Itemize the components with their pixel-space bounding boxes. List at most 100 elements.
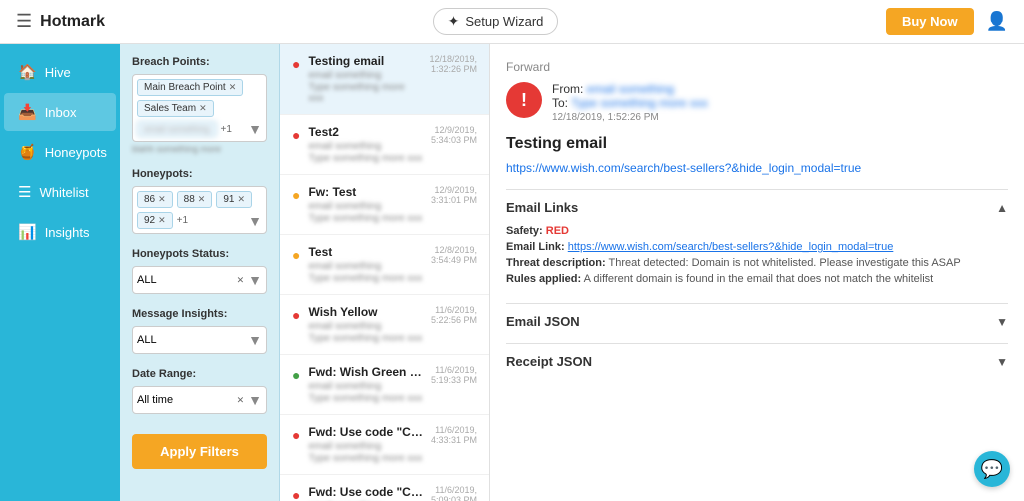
remove-86-icon[interactable]: ✕: [158, 194, 166, 205]
to-value: Type something more xxx: [571, 96, 708, 110]
receipt-json-section: Receipt JSON ▼: [506, 343, 1008, 379]
email-links-section: Email Links ▲ Safety: RED Email Link: ht…: [506, 189, 1008, 299]
email-list-item[interactable]: ● Testing email email something Type som…: [280, 44, 489, 115]
tag-main-breach[interactable]: Main Breach Point ✕: [137, 79, 243, 96]
user-icon[interactable]: 👤: [986, 11, 1008, 32]
email-time: 11/6/2019,4:33:31 PM: [431, 425, 477, 445]
insights-icon: 📊: [18, 223, 37, 241]
tag-92[interactable]: 92 ✕: [137, 212, 173, 229]
rules-applied-row: Rules applied: A different domain is fou…: [506, 273, 1008, 285]
rules-applied-value: A different domain is found in the email…: [584, 273, 934, 285]
sidebar-item-honeypots[interactable]: 🍯 Honeypots: [4, 133, 116, 171]
email-list-item[interactable]: ● Wish Yellow email something Type somet…: [280, 295, 489, 355]
honeypots-status-arrow[interactable]: ▼: [248, 272, 262, 288]
detail-from-to: From: email something To: Type something…: [552, 82, 708, 123]
honeypot-dropdown-arrow[interactable]: ▼: [248, 213, 262, 229]
sidebar-item-whitelist[interactable]: ☰ Whitelist: [4, 173, 116, 211]
email-list-item[interactable]: ● Fwd: Use code "CUTEJACKET" at checkout…: [280, 475, 489, 501]
tag-91[interactable]: 91 ✕: [216, 191, 252, 208]
email-list-item[interactable]: ● Fwd: Use code "CUTEJACKET" at checkout…: [280, 415, 489, 475]
detail-header: ! From: email something To: Type somethi…: [506, 82, 1008, 123]
honeypots-tags: 86 ✕ 88 ✕ 91 ✕ 92 ✕ +1 ▼: [132, 186, 267, 234]
chat-bubble[interactable]: 💬: [974, 451, 1010, 487]
sidebar-label-insights: Insights: [45, 225, 90, 240]
receipt-json-title: Receipt JSON: [506, 354, 592, 369]
detail-link[interactable]: https://www.wish.com/search/best-sellers…: [506, 161, 1008, 175]
detail-date: 12/18/2019, 1:52:26 PM: [552, 112, 708, 123]
sidebar-nav: 🏠 Hive 📥 Inbox 🍯 Honeypots ☰ Whitelist 📊…: [0, 44, 120, 501]
email-list-item[interactable]: ● Fw: Test email something Type somethin…: [280, 175, 489, 235]
date-range-arrow[interactable]: ▼: [248, 392, 262, 408]
email-time: 12/9/2019,3:31:01 PM: [431, 185, 477, 205]
remove-92-icon[interactable]: ✕: [158, 215, 166, 226]
email-time: 12/9/2019,5:34:03 PM: [431, 125, 477, 145]
buy-now-button[interactable]: Buy Now: [886, 8, 974, 35]
threat-desc-value: Threat detected: Domain is not whitelist…: [608, 257, 960, 269]
email-list-item[interactable]: ● Test2 email something Type something m…: [280, 115, 489, 175]
email-links-arrow: ▲: [996, 201, 1008, 215]
email-list: ● Testing email email something Type som…: [280, 44, 490, 501]
email-subject: Test2: [308, 125, 423, 139]
email-from: email something: [308, 261, 423, 272]
topbar-left: ☰ Hotmark: [16, 11, 105, 32]
honeypots-icon: 🍯: [18, 143, 37, 161]
email-to: Type something more xxx: [308, 393, 423, 404]
email-status-icon: ●: [292, 56, 300, 72]
sidebar-item-insights[interactable]: 📊 Insights: [4, 213, 116, 251]
email-time: 12/8/2019,3:54:49 PM: [431, 245, 477, 265]
honeypots-filter: Honeypots: 86 ✕ 88 ✕ 91 ✕ 92 ✕ +1 ▼: [132, 168, 267, 234]
breach-dropdown-arrow[interactable]: ▼: [248, 121, 262, 137]
remove-main-breach-icon[interactable]: ✕: [229, 82, 237, 93]
honeypots-status-value: ALL: [137, 274, 233, 286]
date-range-select[interactable]: All time ✕ ▼: [132, 386, 267, 414]
safety-label: Safety:: [506, 225, 543, 237]
tag-sales-team[interactable]: Sales Team ✕: [137, 100, 214, 117]
detail-subject: Testing email: [506, 135, 1008, 153]
detail-error-icon: !: [506, 82, 542, 118]
sidebar-label-whitelist: Whitelist: [39, 185, 88, 200]
remove-91-icon[interactable]: ✕: [237, 194, 245, 205]
email-links-body: Safety: RED Email Link: https://www.wish…: [506, 225, 1008, 299]
detail-from-row: From: email something: [552, 82, 708, 96]
email-status-icon: ●: [292, 247, 300, 263]
breach-more: +1: [221, 124, 232, 135]
honeypots-status-select[interactable]: ALL ✕ ▼: [132, 266, 267, 294]
date-range-clear[interactable]: ✕: [237, 395, 245, 406]
email-links-title: Email Links: [506, 200, 578, 215]
message-insights-arrow[interactable]: ▼: [248, 332, 262, 348]
remove-88-icon[interactable]: ✕: [198, 194, 206, 205]
email-links-header[interactable]: Email Links ▲: [506, 190, 1008, 225]
whitelist-icon: ☰: [18, 183, 31, 201]
message-insights-select[interactable]: ALL ▼: [132, 326, 267, 354]
tag-88[interactable]: 88 ✕: [177, 191, 213, 208]
receipt-json-arrow: ▼: [996, 355, 1008, 369]
email-content: Wish Yellow email something Type somethi…: [308, 305, 423, 344]
email-status-icon: ●: [292, 307, 300, 323]
setup-wizard-label: Setup Wizard: [465, 14, 543, 29]
email-list-item[interactable]: ● Test email something Type something mo…: [280, 235, 489, 295]
receipt-json-header[interactable]: Receipt JSON ▼: [506, 344, 1008, 379]
hive-icon: 🏠: [18, 63, 37, 81]
apply-filters-button[interactable]: Apply Filters: [132, 434, 267, 469]
tag-86[interactable]: 86 ✕: [137, 191, 173, 208]
email-link-label: Email Link:: [506, 241, 565, 253]
safety-value: RED: [546, 225, 569, 237]
setup-wizard-button[interactable]: ✦ Setup Wizard: [433, 8, 559, 35]
remove-sales-team-icon[interactable]: ✕: [199, 103, 207, 114]
email-json-header[interactable]: Email JSON ▼: [506, 304, 1008, 339]
menu-icon[interactable]: ☰: [16, 11, 32, 32]
email-content: Fw: Test email something Type something …: [308, 185, 423, 224]
sidebar-item-hive[interactable]: 🏠 Hive: [4, 53, 116, 91]
email-to: Type something more xxx: [308, 153, 423, 164]
email-subject: Test: [308, 245, 423, 259]
email-list-item[interactable]: ● Fwd: Wish Green Email email something …: [280, 355, 489, 415]
safety-row: Safety: RED: [506, 225, 1008, 237]
honeypots-filter-label: Honeypots:: [132, 168, 267, 180]
email-link-value[interactable]: https://www.wish.com/search/best-sellers…: [568, 241, 894, 253]
honeypots-status-clear[interactable]: ✕: [237, 275, 245, 286]
breach-points-filter: Breach Points: Main Breach Point ✕ Sales…: [132, 56, 267, 154]
forward-label: Forward: [506, 60, 1008, 74]
app-logo: Hotmark: [40, 13, 105, 31]
sidebar-item-inbox[interactable]: 📥 Inbox: [4, 93, 116, 131]
email-content: Fwd: Use code "CUTEJACKET" at checkout t…: [308, 425, 423, 464]
